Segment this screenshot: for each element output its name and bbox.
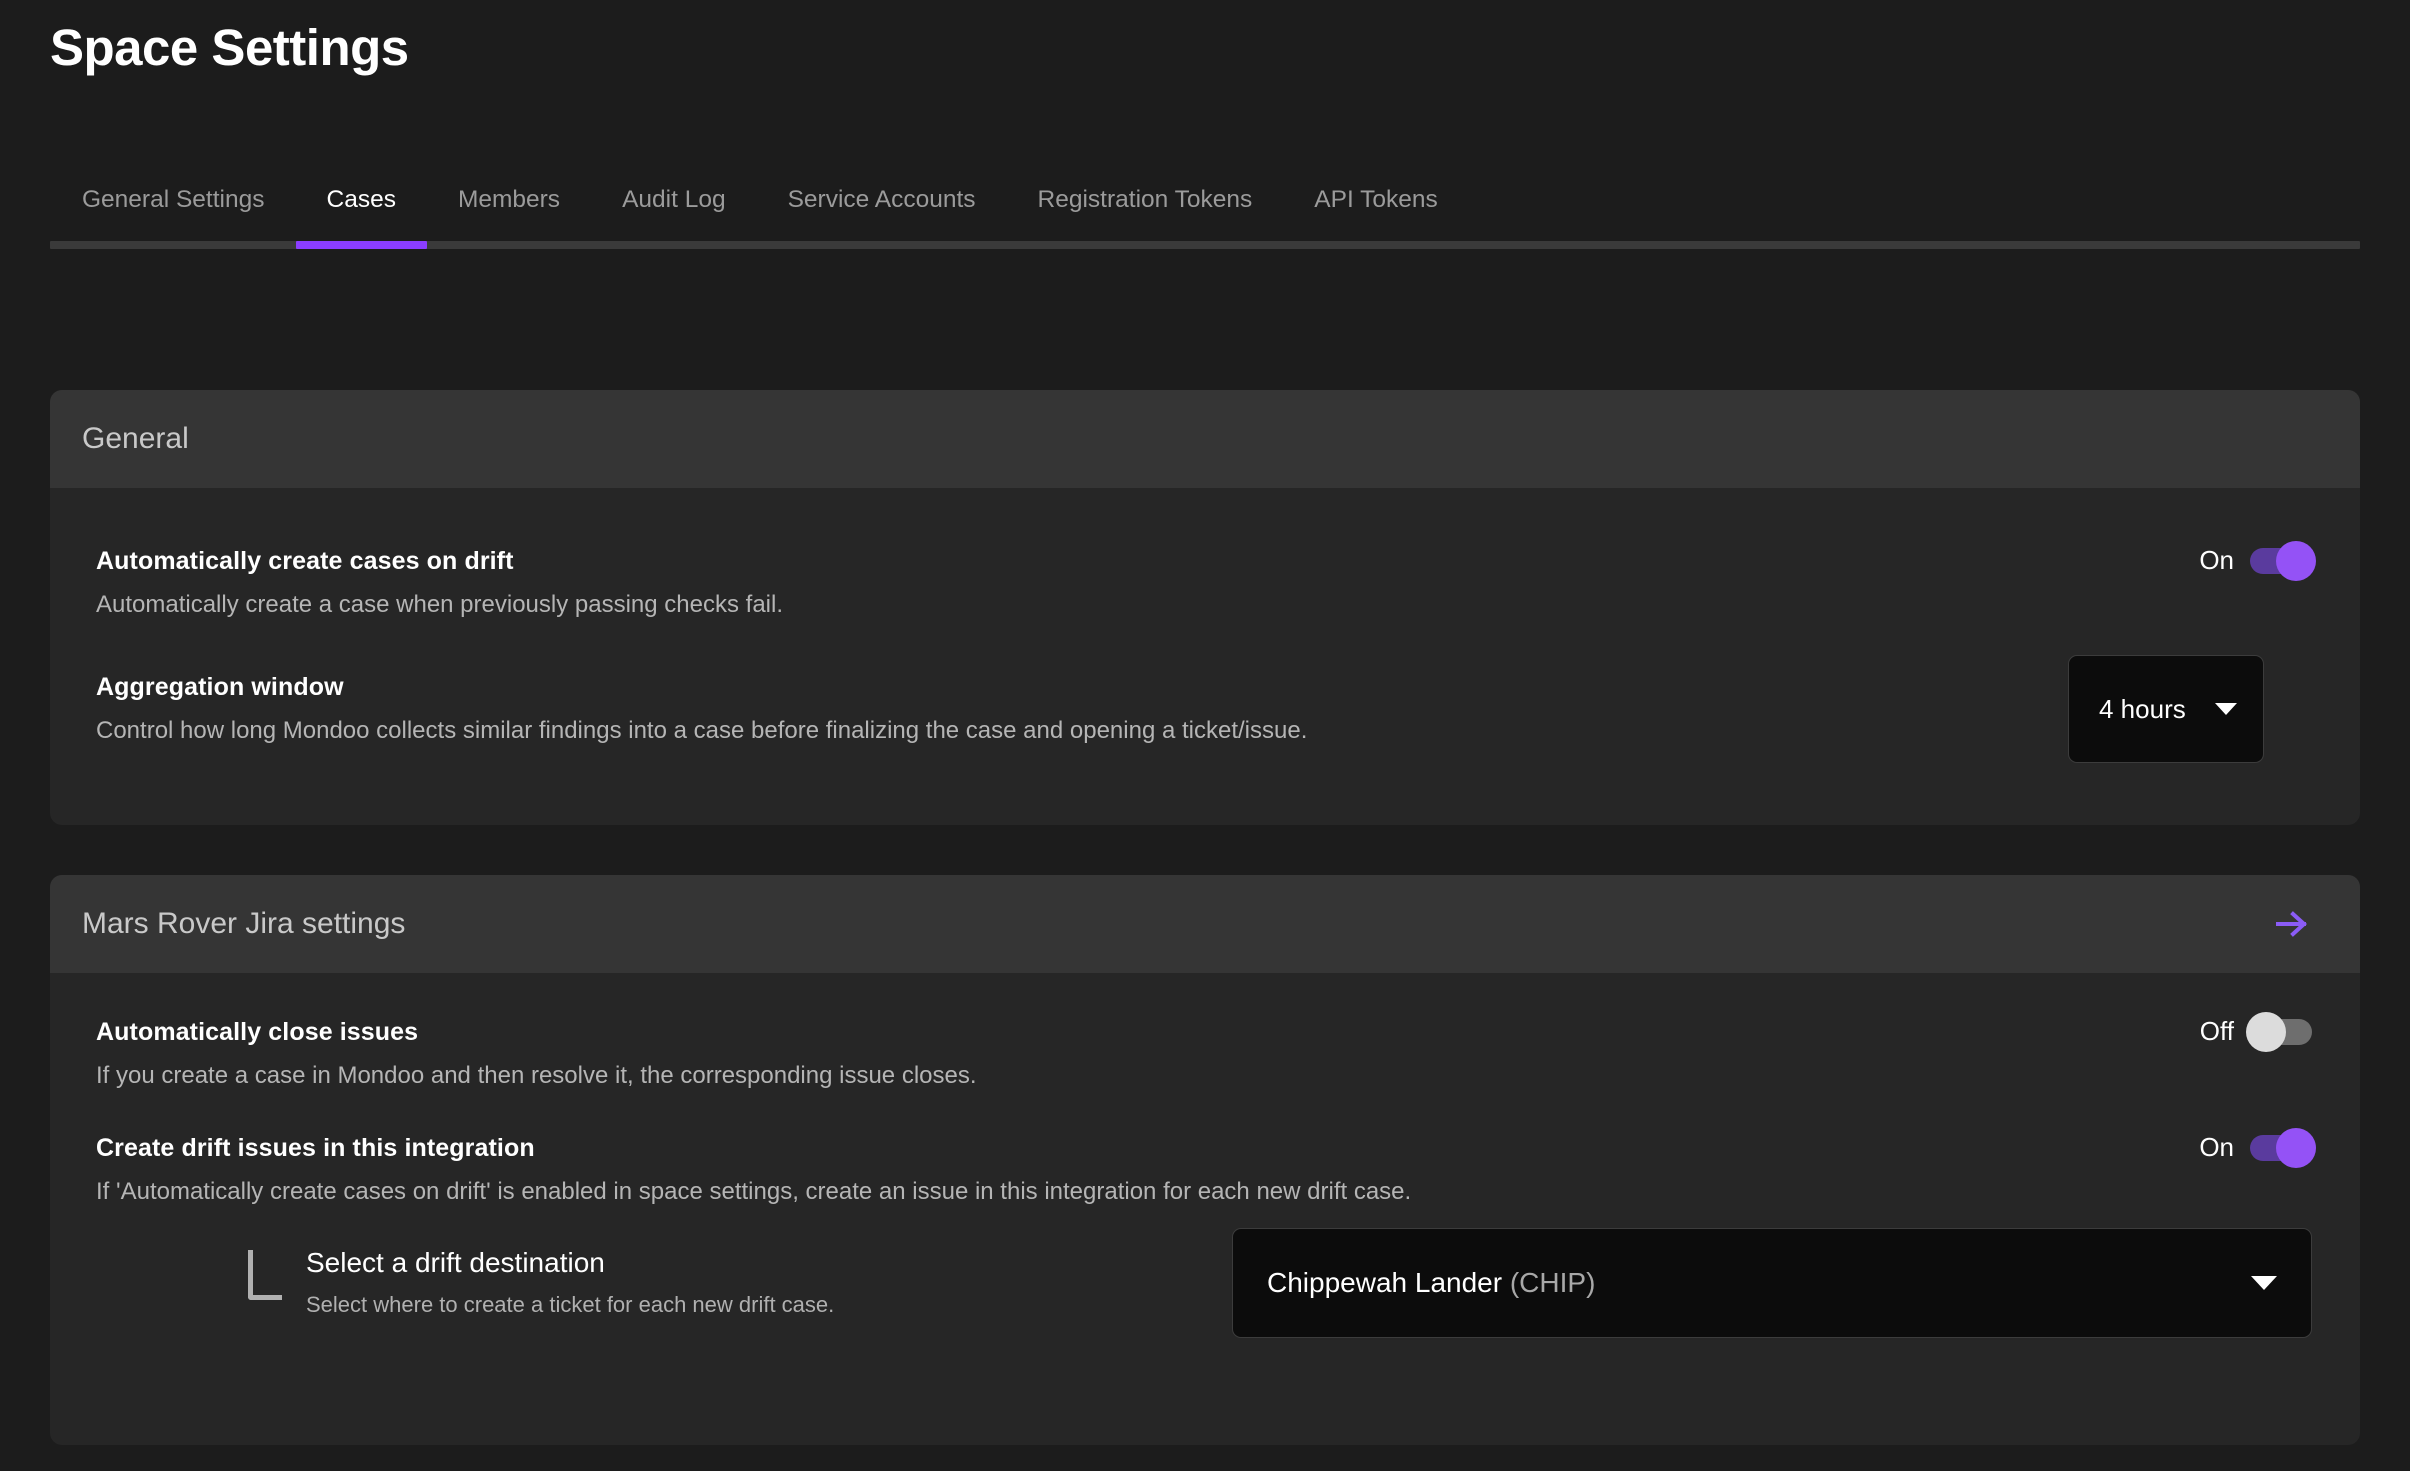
drift-destination-value-name: Chippewah Lander [1267, 1267, 1503, 1298]
chevron-down-icon [2251, 1276, 2277, 1290]
create-drift-issues-description: If 'Automatically create cases on drift'… [96, 1178, 1412, 1205]
create-drift-issues-title: Create drift issues in this integration [96, 1134, 535, 1162]
auto-create-cases-toggle-label: On [2199, 545, 2234, 575]
arrow-right-icon[interactable] [2272, 904, 2312, 944]
toggle-switch-on[interactable] [2250, 540, 2316, 581]
drift-destination-description: Select where to create a ticket for each… [306, 1292, 835, 1317]
toggle-knob [2246, 1011, 2286, 1052]
auto-close-issues-text: Automatically close issues If you create… [96, 1016, 977, 1092]
auto-create-cases-text: Automatically create cases on drift Auto… [96, 545, 783, 621]
tab-cases[interactable]: Cases [296, 183, 427, 217]
page-title: Space Settings [50, 19, 409, 76]
drift-destination-row: Select a drift destination Select where … [96, 1228, 2312, 1338]
drift-destination-select[interactable]: Chippewah Lander (CHIP) [1232, 1228, 2312, 1338]
tab-registration-tokens[interactable]: Registration Tokens [1007, 183, 1284, 217]
tab-general-settings[interactable]: General Settings [50, 183, 296, 217]
setting-row-create-drift-issues: Create drift issues in this integration … [96, 1092, 2316, 1208]
tab-members[interactable]: Members [427, 183, 591, 217]
auto-close-issues-description: If you create a case in Mondoo and then … [96, 1062, 977, 1089]
aggregation-window-text: Aggregation window Control how long Mond… [96, 671, 1307, 747]
drift-destination-value-key: (CHIP) [1509, 1267, 1596, 1298]
drift-destination-title: Select a drift destination [306, 1247, 605, 1278]
toggle-switch-on[interactable] [2250, 1127, 2316, 1168]
tab-active-indicator [295, 241, 427, 249]
auto-create-cases-toggle[interactable]: On [2199, 540, 2316, 581]
setting-row-aggregation-window: Aggregation window Control how long Mond… [96, 621, 2312, 763]
general-card-body: Automatically create cases on drift Auto… [50, 488, 2360, 763]
auto-close-issues-toggle-label: Off [2199, 1016, 2234, 1046]
create-drift-issues-toggle-label: On [2199, 1132, 2234, 1162]
tab-service-accounts[interactable]: Service Accounts [757, 183, 1007, 217]
space-settings-page: Space Settings General Settings Cases Me… [0, 0, 2410, 1471]
tab-audit-log[interactable]: Audit Log [591, 183, 757, 217]
drift-destination-text: Select a drift destination Select where … [248, 1246, 834, 1320]
toggle-switch-off[interactable] [2246, 1011, 2312, 1052]
tab-api-tokens[interactable]: API Tokens [1283, 183, 1468, 217]
jira-settings-card: Mars Rover Jira settings Automatically c… [50, 875, 2360, 1445]
toggle-knob [2276, 540, 2316, 581]
jira-card-title: Mars Rover Jira settings [82, 907, 406, 940]
general-settings-card: General Automatically create cases on dr… [50, 390, 2360, 825]
general-card-title: General [82, 422, 189, 455]
auto-close-issues-toggle[interactable]: Off [2199, 1011, 2312, 1052]
aggregation-window-select[interactable]: 4 hours [2068, 655, 2264, 763]
chevron-down-icon [2215, 703, 2237, 715]
setting-row-auto-close-issues: Automatically close issues If you create… [96, 973, 2312, 1092]
aggregation-window-title: Aggregation window [96, 673, 344, 701]
aggregation-window-value: 4 hours [2099, 693, 2186, 724]
create-drift-issues-text: Create drift issues in this integration … [96, 1132, 1411, 1208]
toggle-knob [2276, 1127, 2316, 1168]
auto-create-cases-title: Automatically create cases on drift [96, 547, 514, 575]
settings-tabbar: General Settings Cases Members Audit Log… [50, 183, 2360, 258]
jira-card-body: Automatically close issues If you create… [50, 973, 2360, 1338]
create-drift-issues-toggle[interactable]: On [2199, 1127, 2316, 1168]
jira-card-header: Mars Rover Jira settings [50, 875, 2360, 973]
auto-create-cases-description: Automatically create a case when previou… [96, 591, 783, 618]
tree-branch-icon [248, 1250, 282, 1300]
general-card-header: General [50, 390, 2360, 488]
drift-destination-value: Chippewah Lander (CHIP) [1267, 1267, 1595, 1299]
aggregation-window-description: Control how long Mondoo collects similar… [96, 717, 1308, 744]
setting-row-auto-create-cases: Automatically create cases on drift Auto… [96, 488, 2316, 621]
auto-close-issues-title: Automatically close issues [96, 1018, 419, 1046]
tab-list: General Settings Cases Members Audit Log… [50, 183, 2360, 241]
